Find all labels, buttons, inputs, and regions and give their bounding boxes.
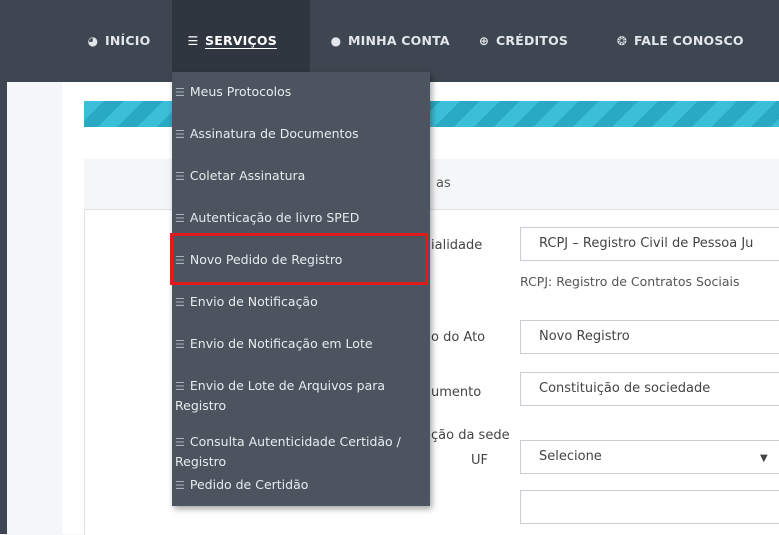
specialty-label: ialidade: [431, 238, 483, 253]
layers-icon: ☰: [175, 86, 185, 99]
uf-select[interactable]: Selecione: [520, 440, 779, 474]
menu-item-consulta-autenticidade[interactable]: ☰ Consulta Autenticidade Certidão / Regis…: [175, 432, 425, 471]
layers-icon: ☰: [175, 338, 185, 351]
support-icon: ❂: [616, 34, 628, 48]
user-icon: ●: [330, 34, 342, 48]
menu-item-assinatura-documentos[interactable]: ☰ Assinatura de Documentos: [175, 124, 425, 144]
act-type-select[interactable]: Novo Registro: [520, 320, 779, 354]
menu-item-meus-protocolos[interactable]: ☰ Meus Protocolos: [175, 82, 425, 102]
specialty-help-text: RCPJ: Registro de Contratos Sociais: [520, 274, 740, 289]
nav-item-inicio[interactable]: ◕ INÍCIO: [86, 0, 151, 82]
menu-item-coletar-assinatura[interactable]: ☰ Coletar Assinatura: [175, 166, 425, 186]
menu-item-envio-lote-arquivos[interactable]: ☰ Envio de Lote de Arquivos para Registro: [175, 376, 425, 415]
section-headquarters-label: ção da sede: [431, 428, 510, 443]
menu-item-pedido-certidao[interactable]: ☰ Pedido de Certidão: [175, 475, 425, 495]
document-label: umento: [431, 385, 482, 400]
nav-item-minha-conta[interactable]: ● MINHA CONTA: [329, 0, 450, 82]
nav-item-fale-conosco[interactable]: ❂ FALE CONOSCO: [615, 0, 744, 82]
layers-icon: ☰: [175, 436, 185, 449]
layers-icon: ☰: [187, 34, 199, 48]
left-sidebar-strip: [0, 82, 7, 534]
layers-icon: ☰: [175, 380, 185, 393]
layers-icon: ☰: [175, 296, 185, 309]
layers-icon: ☰: [175, 128, 185, 141]
highlight-box: [170, 233, 428, 285]
layers-icon: ☰: [175, 170, 185, 183]
panel-title: as: [436, 176, 451, 191]
document-select[interactable]: Constituição de sociedade: [520, 372, 779, 406]
nav-item-servicos[interactable]: ☰ SERVIÇOS: [172, 0, 310, 82]
act-type-label: o do Ato: [431, 330, 486, 345]
layers-icon: ☰: [175, 479, 185, 492]
menu-item-autenticacao-sped[interactable]: ☰ Autenticação de livro SPED: [175, 208, 425, 228]
menu-item-envio-notificacao[interactable]: ☰ Envio de Notificação: [175, 292, 425, 312]
nav-item-creditos[interactable]: ⊕ CRÉDITOS: [477, 0, 568, 82]
layers-icon: ☰: [175, 212, 185, 225]
tachometer-icon: ◕: [87, 34, 99, 48]
menu-item-envio-notificacao-lote[interactable]: ☰ Envio de Notificação em Lote: [175, 334, 425, 354]
plus-circle-icon: ⊕: [478, 34, 490, 48]
uf-label: UF: [471, 453, 488, 468]
chevron-down-icon: ▼: [760, 453, 768, 464]
next-field[interactable]: [520, 490, 779, 524]
specialty-select[interactable]: RCPJ – Registro Civil de Pessoa Ju: [520, 227, 779, 261]
